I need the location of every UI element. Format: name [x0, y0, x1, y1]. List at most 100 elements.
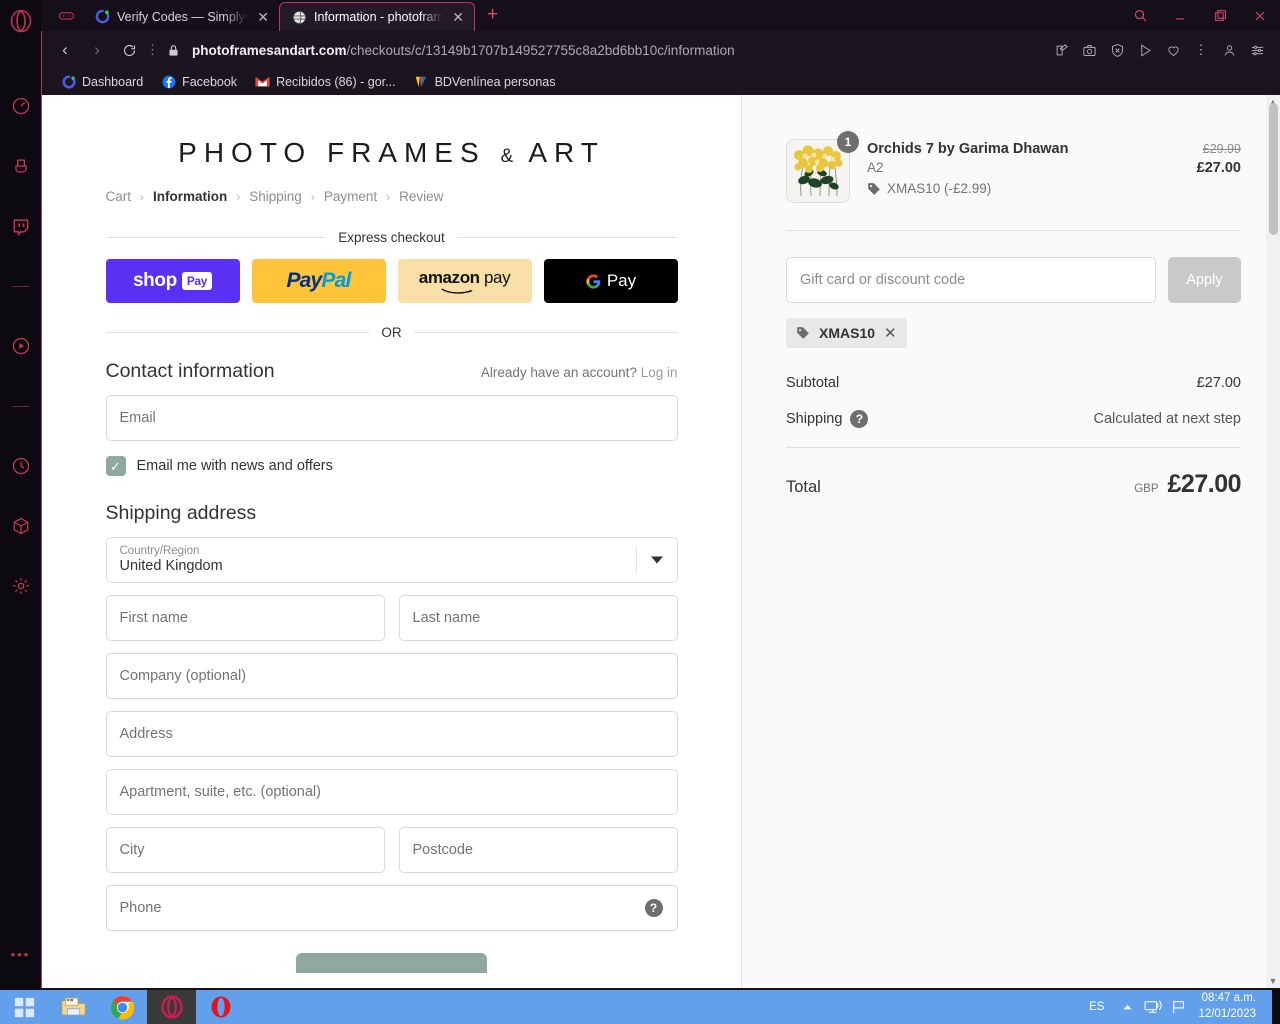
lock-icon[interactable] — [160, 43, 186, 58]
shipping-value: Calculated at next step — [1093, 411, 1241, 427]
search-icon[interactable] — [1120, 0, 1160, 31]
player-icon[interactable] — [0, 316, 41, 376]
postcode-field[interactable]: Postcode — [398, 827, 678, 873]
shop-pay-button[interactable]: shop Pay — [105, 259, 240, 303]
chevron-down-icon[interactable] — [650, 556, 663, 564]
breadcrumb-separator: › — [386, 189, 391, 204]
bookmark-facebook[interactable]: Facebook — [152, 75, 246, 90]
breadcrumb-payment[interactable]: Payment — [324, 189, 377, 204]
brush-icon[interactable] — [0, 136, 41, 196]
city-field[interactable]: City — [105, 827, 385, 873]
email-field[interactable]: Email — [105, 395, 678, 441]
language-indicator[interactable]: ES — [1079, 1001, 1114, 1013]
network-icon[interactable] — [1140, 990, 1166, 1024]
speedometer-icon[interactable] — [0, 76, 41, 136]
tab-verify-codes[interactable]: Verify Codes — SimplyCodes ✕ — [83, 2, 279, 31]
breadcrumb-cart[interactable]: Cart — [106, 189, 132, 204]
first-name-field[interactable]: First name — [105, 595, 385, 641]
back-arrow-icon[interactable]: ‹ — [50, 35, 80, 65]
page-scrollbar[interactable]: ▲ ▼ — [1266, 95, 1280, 988]
express-checkout-label: Express checkout — [338, 230, 445, 245]
last-name-field[interactable]: Last name — [398, 595, 678, 641]
snapshot-camera-icon[interactable] — [1076, 37, 1102, 63]
edit-note-icon[interactable] — [1048, 37, 1074, 63]
apply-discount-button[interactable]: Apply — [1168, 257, 1241, 303]
sidebar-more-icon[interactable]: ••• — [0, 947, 41, 962]
gmail-icon — [255, 75, 270, 90]
newsletter-row[interactable]: ✓ Email me with news and offers — [105, 456, 678, 476]
easy-setup-icon[interactable] — [1244, 37, 1270, 63]
breadcrumb-information[interactable]: Information — [153, 189, 227, 204]
gx-controller-icon[interactable] — [49, 0, 83, 31]
bookmark-gmail[interactable]: Recibidos (86) - gor... — [246, 75, 405, 90]
discount-code-row: Gift card or discount code Apply — [786, 257, 1241, 303]
last-name-placeholder: Last name — [412, 610, 481, 626]
reload-icon[interactable] — [114, 35, 144, 65]
settings-gear-icon[interactable] — [0, 556, 41, 616]
tab-strip: Verify Codes — SimplyCodes ✕ Information… — [41, 0, 1280, 31]
twitch-icon[interactable] — [0, 196, 41, 256]
ad-block-icon[interactable] — [1104, 37, 1130, 63]
scroll-down-arrow[interactable]: ▼ — [1267, 976, 1279, 986]
restore-icon[interactable] — [1200, 0, 1240, 31]
phone-placeholder: Phone — [119, 900, 162, 916]
taskbar-show-desktop[interactable] — [1272, 990, 1280, 1024]
question-mark-icon[interactable]: ? — [850, 410, 869, 428]
apartment-field[interactable]: Apartment, suite, etc. (optional) — [105, 769, 678, 815]
file-explorer-icon[interactable] — [49, 990, 98, 1024]
taskbar-clock[interactable]: 08:47 a.m. 12/01/2023 — [1192, 991, 1266, 1022]
newsletter-checkbox[interactable]: ✓ — [105, 456, 126, 476]
chrome-icon[interactable] — [98, 990, 147, 1024]
tab-close-icon[interactable]: ✕ — [450, 10, 466, 24]
opera-logo-icon[interactable] — [8, 8, 34, 34]
country-region-select[interactable]: Country/Region United Kingdom — [105, 537, 678, 583]
bookmarks-bar: Dashboard Facebook Recibidos (86) - gor.… — [41, 69, 1280, 95]
bookmark-label: BDVenlínea personas — [434, 75, 556, 89]
paypal-button[interactable]: PayPal — [251, 259, 386, 303]
shipping-label: Shipping — [786, 411, 843, 427]
opera-gx-icon[interactable] — [147, 990, 196, 1024]
bookmark-dashboard[interactable]: Dashboard — [52, 75, 152, 90]
phone-field[interactable]: Phone ? — [105, 885, 678, 931]
company-field[interactable]: Company (optional) — [105, 653, 678, 699]
remove-discount-icon[interactable]: ✕ — [884, 324, 897, 342]
opera-icon[interactable] — [196, 990, 245, 1024]
google-pay-button[interactable]: Pay — [543, 259, 678, 303]
close-icon[interactable] — [1240, 0, 1280, 31]
page-menu-icon[interactable]: ⋮ — [146, 43, 159, 56]
profile-icon[interactable] — [1216, 37, 1242, 63]
show-hidden-icons-icon[interactable] — [1114, 990, 1140, 1024]
paypal-logo: PayPal — [286, 269, 351, 293]
subtotal-row: Subtotal £27.00 — [786, 375, 1241, 391]
scrollbar-thumb[interactable] — [1269, 103, 1278, 235]
tab-close-icon[interactable]: ✕ — [255, 10, 271, 24]
product-price-original: £29.99 — [1202, 142, 1241, 156]
new-tab-button[interactable]: + — [475, 4, 510, 28]
store-logo[interactable]: PHOTO FRAMES & ART — [106, 137, 678, 169]
product-discount-text: XMAS10 (-£2.99) — [887, 181, 992, 196]
desktop-screen: ••• Verify Codes — SimplyCodes ✕ Informa… — [0, 0, 1280, 1024]
continue-to-shipping-button[interactable] — [296, 953, 487, 973]
opera-browser-window: Verify Codes — SimplyCodes ✕ Information… — [41, 0, 1280, 990]
tab-information-photoframes[interactable]: Information - photoframesa ✕ — [279, 2, 475, 31]
forward-arrow-icon[interactable]: › — [82, 35, 112, 65]
discount-code-input[interactable]: Gift card or discount code — [786, 257, 1156, 303]
question-mark-icon[interactable]: ? — [644, 899, 663, 917]
windows-start-icon[interactable] — [0, 990, 49, 1024]
url-text[interactable]: photoframesandart.com/checkouts/c/13149b… — [188, 43, 1046, 58]
address-menu-icon[interactable]: ⋮ — [1188, 37, 1214, 63]
log-in-link[interactable]: Log in — [641, 365, 678, 380]
bookmark-bdvenlinea[interactable]: BDVenlínea personas — [405, 75, 565, 90]
breadcrumb-review[interactable]: Review — [399, 189, 443, 204]
breadcrumb-shipping[interactable]: Shipping — [249, 189, 302, 204]
send-icon[interactable] — [1132, 37, 1158, 63]
address-field[interactable]: Address — [105, 711, 678, 757]
history-icon[interactable] — [0, 436, 41, 496]
heart-icon[interactable] — [1160, 37, 1186, 63]
flag-icon[interactable] — [1166, 990, 1192, 1024]
cube-icon[interactable] — [0, 496, 41, 556]
sidebar-divider-2 — [0, 376, 41, 436]
amazon-pay-button[interactable]: amazon pay — [397, 259, 532, 303]
minimize-icon[interactable] — [1160, 0, 1200, 31]
product-thumbnail-wrap: 1 — [786, 131, 859, 203]
